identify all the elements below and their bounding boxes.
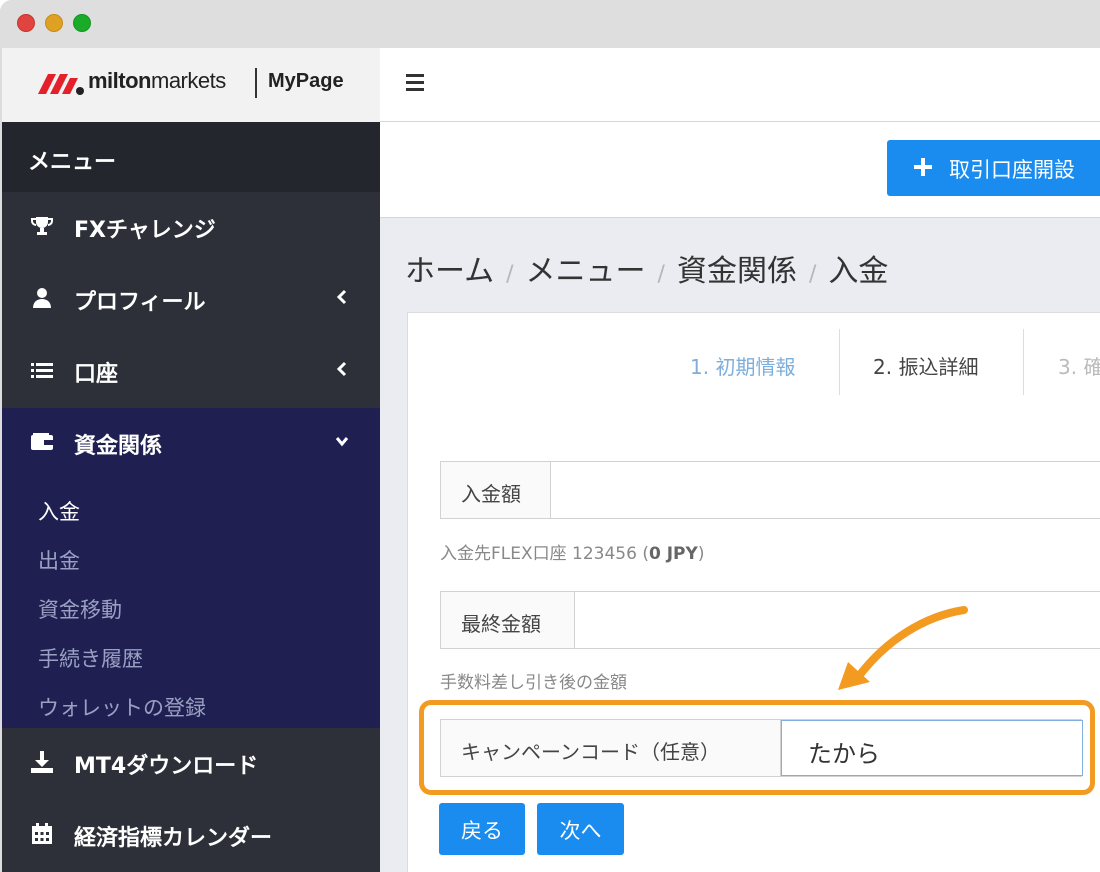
chevron-down-icon bbox=[335, 437, 349, 447]
sidebar-header: メニュー bbox=[2, 122, 380, 192]
campaign-code-highlight bbox=[419, 700, 1095, 795]
hamburger-menu-icon[interactable] bbox=[406, 74, 424, 92]
browser-window: miltonmarkets MyPage メニュー FXチャレンジ プロフィール bbox=[0, 0, 1100, 872]
sidebar-item-economic-calendar[interactable]: 経済指標カレンダー bbox=[2, 800, 380, 872]
pointer-arrow-icon bbox=[838, 606, 968, 690]
deposit-amount-field[interactable]: 入金額 bbox=[440, 461, 1100, 519]
logo-divider bbox=[255, 68, 257, 98]
submenu-item-deposit[interactable]: 入金 bbox=[38, 496, 80, 526]
final-amount-help-text: 手数料差し引き後の金額 bbox=[440, 673, 627, 693]
sidebar-item-label: 経済指標カレンダー bbox=[74, 826, 273, 851]
mypage-label: MyPage bbox=[268, 70, 344, 92]
breadcrumb-separator: / bbox=[506, 262, 514, 287]
submenu-item-withdraw[interactable]: 出金 bbox=[38, 545, 80, 575]
action-bar: 取引口座開設 bbox=[380, 122, 1100, 218]
brand-name: miltonmarkets bbox=[88, 68, 226, 93]
breadcrumb-separator: / bbox=[808, 262, 817, 287]
breadcrumb-home[interactable]: ホーム bbox=[405, 254, 494, 289]
milton-logo-icon bbox=[38, 74, 84, 95]
sidebar-item-label: FXチャレンジ bbox=[74, 218, 216, 243]
step-divider bbox=[1023, 329, 1024, 395]
breadcrumb: ホーム / メニュー / 資金関係 / 入金 bbox=[405, 246, 888, 290]
maximize-window-button[interactable] bbox=[73, 14, 91, 32]
breadcrumb-menu[interactable]: メニュー bbox=[526, 254, 646, 289]
top-bar bbox=[380, 48, 1100, 122]
final-amount-field[interactable]: 最終金額 bbox=[440, 591, 1100, 649]
logo-area[interactable]: miltonmarkets MyPage bbox=[2, 48, 380, 122]
wallet-icon bbox=[31, 433, 53, 450]
chevron-left-icon bbox=[336, 361, 347, 377]
open-trading-account-button[interactable]: 取引口座開設 bbox=[887, 140, 1100, 196]
back-button[interactable]: 戻る bbox=[439, 803, 525, 855]
breadcrumb-deposit: 入金 bbox=[828, 254, 889, 289]
breadcrumb-funds[interactable]: 資金関係 bbox=[677, 254, 797, 289]
list-icon bbox=[31, 363, 53, 378]
submenu-item-history[interactable]: 手続き履歴 bbox=[38, 643, 143, 673]
sidebar-item-mt4-download[interactable]: MT4ダウンロード bbox=[2, 728, 380, 800]
sidebar-item-account[interactable]: 口座 bbox=[2, 336, 380, 408]
sidebar-item-fx-challenge[interactable]: FXチャレンジ bbox=[2, 192, 380, 264]
title-bar bbox=[0, 0, 1100, 48]
sidebar-item-label: 資金関係 bbox=[74, 434, 163, 459]
next-button[interactable]: 次へ bbox=[537, 803, 624, 855]
step-initial-info[interactable]: 1. 初期情報 bbox=[690, 351, 795, 380]
sidebar: メニュー FXチャレンジ プロフィール 口座 資金関係 入金 出金 資金移動 手… bbox=[2, 122, 380, 872]
breadcrumb-separator: / bbox=[657, 262, 665, 287]
close-window-button[interactable] bbox=[17, 14, 35, 32]
sidebar-item-label: プロフィール bbox=[74, 290, 206, 315]
step-divider bbox=[839, 329, 840, 395]
step-confirm: 3. 確 bbox=[1058, 355, 1100, 379]
step-transfer-details: 2. 振込詳細 bbox=[873, 355, 979, 379]
plus-icon bbox=[914, 158, 932, 176]
open-trading-account-label: 取引口座開設 bbox=[949, 158, 1075, 182]
minimize-window-button[interactable] bbox=[45, 14, 63, 32]
deposit-help-text: 入金先FLEX口座 123456 (0 JPY) bbox=[440, 544, 705, 564]
calendar-icon bbox=[32, 823, 52, 844]
download-icon bbox=[31, 751, 53, 773]
submenu-item-transfer[interactable]: 資金移動 bbox=[38, 594, 122, 624]
sidebar-item-label: 口座 bbox=[74, 362, 119, 387]
trophy-icon bbox=[31, 217, 53, 235]
funds-submenu: 入金 出金 資金移動 手続き履歴 ウォレットの登録 bbox=[2, 480, 380, 728]
sidebar-item-label: MT4ダウンロード bbox=[74, 754, 259, 779]
sidebar-item-funds[interactable]: 資金関係 bbox=[2, 408, 380, 480]
final-amount-label: 最終金額 bbox=[441, 592, 575, 648]
user-icon bbox=[33, 288, 51, 308]
submenu-item-wallet-register[interactable]: ウォレットの登録 bbox=[38, 692, 206, 722]
sidebar-item-profile[interactable]: プロフィール bbox=[2, 264, 380, 336]
deposit-amount-label: 入金額 bbox=[441, 462, 551, 518]
chevron-left-icon bbox=[336, 289, 347, 305]
